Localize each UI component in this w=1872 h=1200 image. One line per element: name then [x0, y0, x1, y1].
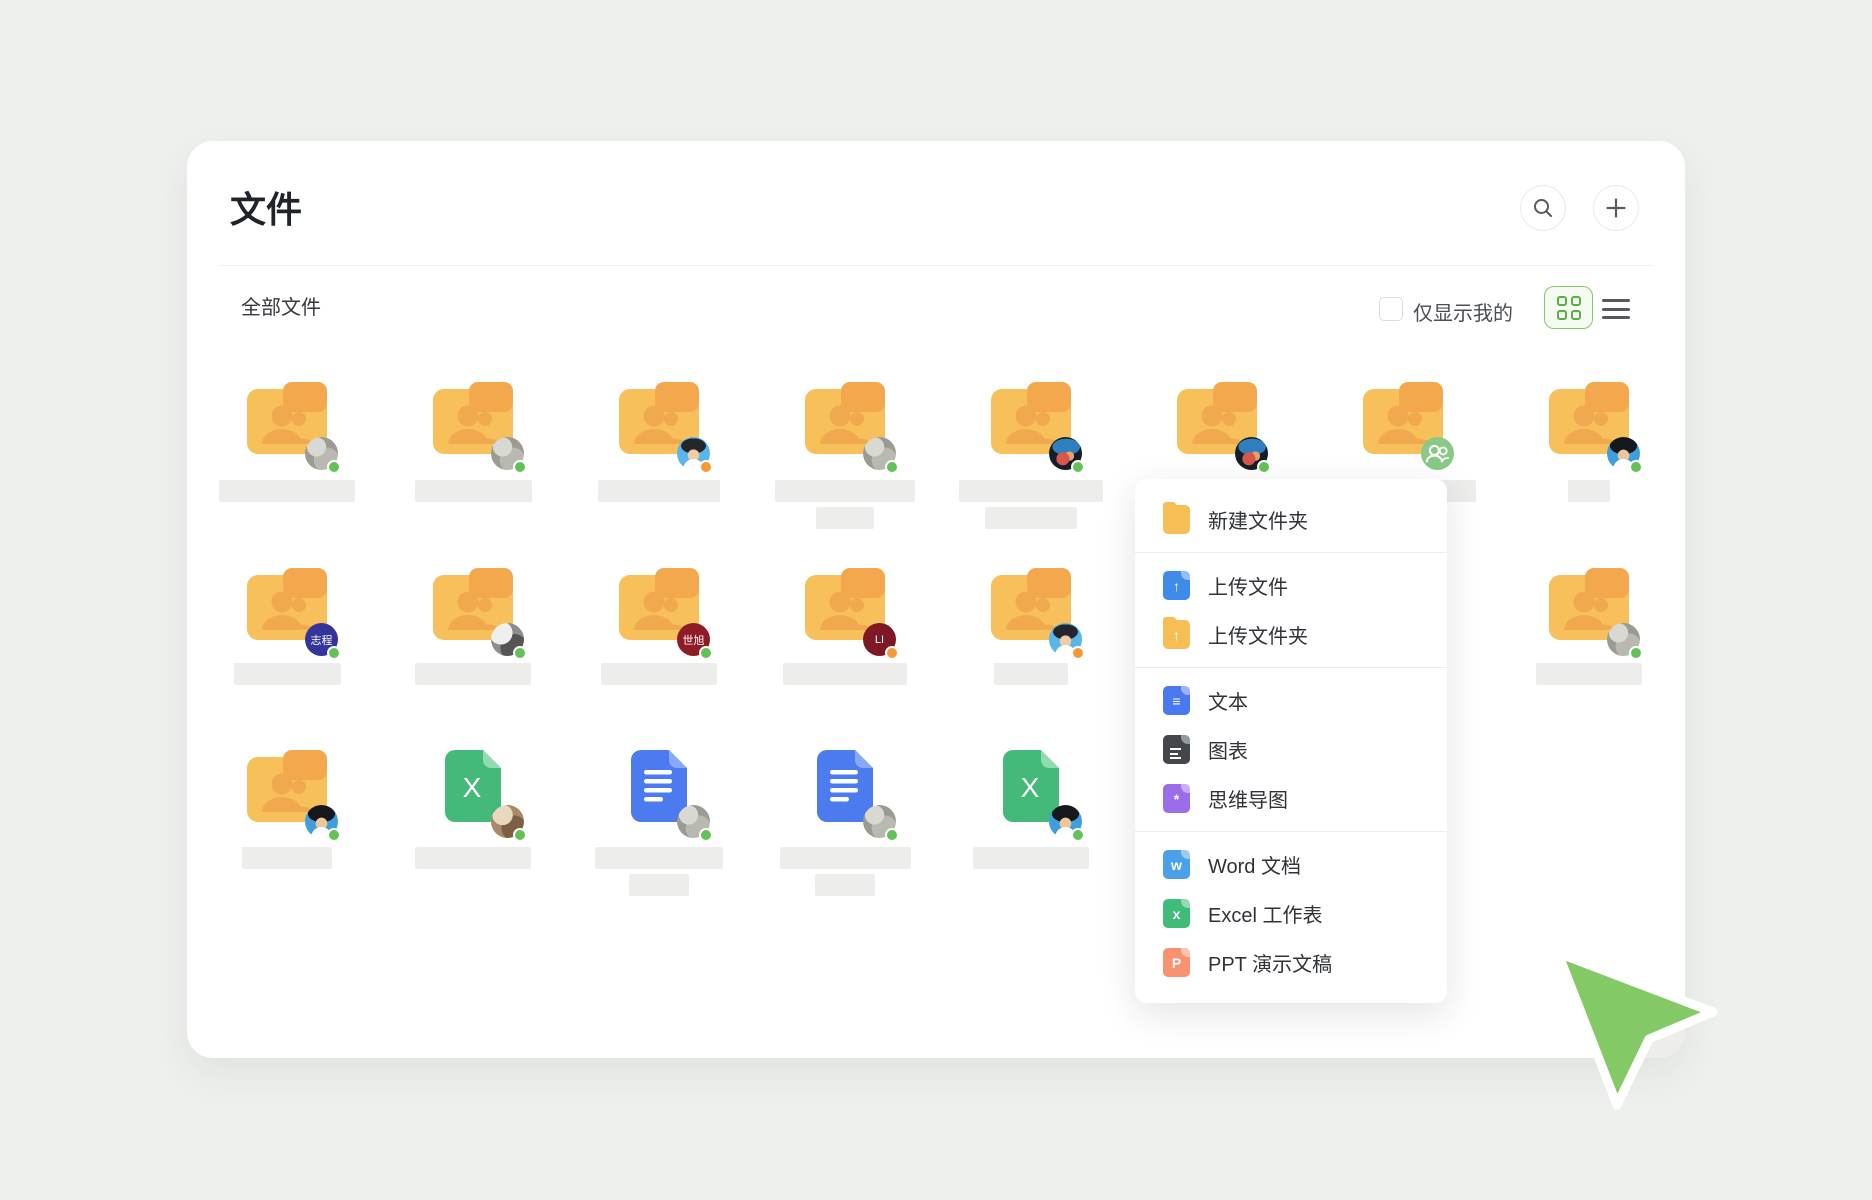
menu-item-label: 上传文件 [1208, 571, 1288, 600]
file-name-placeholder [598, 480, 720, 502]
mindmap-icon: * [1163, 784, 1190, 813]
menu-item-label: PPT 演示文稿 [1208, 948, 1332, 977]
file-name-placeholder [415, 663, 531, 685]
only-mine-checkbox[interactable] [1379, 297, 1403, 321]
svg-text:X: X [463, 772, 482, 803]
file-meta-placeholder [816, 507, 874, 529]
file-name-placeholder [775, 480, 915, 502]
menu-item-excel[interactable]: x Excel 工作表 [1135, 889, 1447, 938]
menu-item-ppt[interactable]: P PPT 演示文稿 [1135, 938, 1447, 987]
new-folder-icon [1163, 505, 1190, 534]
text-icon: ≡ [1163, 686, 1190, 715]
status-dot [327, 828, 341, 842]
grid-view-icon [1557, 296, 1581, 320]
menu-section: w Word 文档 x Excel 工作表 P PPT 演示文稿 [1135, 831, 1447, 995]
file-name-placeholder [601, 663, 717, 685]
add-button[interactable] [1593, 185, 1639, 231]
search-icon [1532, 197, 1554, 219]
file-meta-placeholder [629, 874, 689, 896]
grid-view-button[interactable] [1544, 286, 1593, 329]
status-dot [885, 460, 899, 474]
file-name-placeholder [242, 847, 332, 869]
page-title: 文件 [230, 181, 302, 233]
menu-item-upload-file[interactable]: ↑ 上传文件 [1135, 561, 1447, 610]
svg-text:X: X [1021, 772, 1040, 803]
menu-section: 新建文件夹 [1135, 487, 1447, 552]
status-dot [327, 646, 341, 660]
file-name-placeholder [783, 663, 907, 685]
menu-item-label: 文本 [1208, 686, 1248, 715]
status-dot [885, 828, 899, 842]
menu-item-word[interactable]: w Word 文档 [1135, 840, 1447, 889]
file-name-placeholder [415, 480, 532, 502]
plus-icon [1605, 197, 1627, 219]
menu-item-upload-folder[interactable]: ↑ 上传文件夹 [1135, 610, 1447, 659]
status-dot [1257, 460, 1271, 474]
upload-folder-icon: ↑ [1163, 620, 1190, 649]
status-dot [513, 828, 527, 842]
menu-section: ↑ 上传文件 ↑ 上传文件夹 [1135, 552, 1447, 667]
file-name-placeholder [234, 663, 341, 685]
menu-item-new-folder[interactable]: 新建文件夹 [1135, 495, 1447, 544]
file-name-placeholder [1568, 480, 1610, 502]
green-cursor-icon [1545, 935, 1740, 1130]
status-dot [699, 646, 713, 660]
status-dot [327, 460, 341, 474]
status-dot [513, 646, 527, 660]
search-button[interactable] [1520, 185, 1566, 231]
status-dot [1629, 460, 1643, 474]
ppt-icon: P [1163, 948, 1190, 977]
tab-all-files[interactable]: 全部文件 [241, 291, 321, 320]
status-dot [1071, 460, 1085, 474]
menu-section: ≡ 文本 图表 * 思维导图 [1135, 667, 1447, 831]
status-dot [513, 460, 527, 474]
menu-item-label: Word 文档 [1208, 850, 1301, 879]
menu-item-label: 思维导图 [1208, 784, 1288, 813]
file-name-placeholder [959, 480, 1103, 502]
status-dot [699, 460, 713, 474]
files-panel: 文件 全部文件 仅显示我的 [187, 141, 1685, 1058]
menu-item-label: 新建文件夹 [1208, 505, 1308, 534]
file-name-placeholder [780, 847, 911, 869]
chart-icon [1163, 735, 1190, 764]
file-name-placeholder [1536, 663, 1642, 685]
file-name-placeholder [973, 847, 1089, 869]
excel-icon: x [1163, 899, 1190, 928]
menu-item-text[interactable]: ≡ 文本 [1135, 676, 1447, 725]
status-dot [885, 646, 899, 660]
member-avatar [1421, 437, 1454, 470]
menu-item-label: 上传文件夹 [1208, 620, 1308, 649]
menu-item-label: 图表 [1208, 735, 1248, 764]
upload-file-icon: ↑ [1163, 571, 1190, 600]
status-dot [1071, 828, 1085, 842]
file-name-placeholder [219, 480, 355, 502]
menu-item-label: Excel 工作表 [1208, 899, 1322, 928]
file-meta-placeholder [815, 874, 875, 896]
word-icon: w [1163, 850, 1190, 879]
file-name-placeholder [994, 663, 1068, 685]
status-dot [699, 828, 713, 842]
menu-item-chart[interactable]: 图表 [1135, 725, 1447, 774]
menu-item-mindmap[interactable]: * 思维导图 [1135, 774, 1447, 823]
header-divider [219, 265, 1653, 266]
file-meta-placeholder [985, 507, 1077, 529]
new-item-menu: 新建文件夹 ↑ 上传文件 ↑ 上传文件夹 ≡ 文本 图表 * 思维导图 w Wo… [1135, 479, 1447, 1003]
file-name-placeholder [415, 847, 531, 869]
list-view-button[interactable] [1602, 298, 1630, 320]
file-name-placeholder [595, 847, 723, 869]
status-dot [1629, 646, 1643, 660]
only-mine-label[interactable]: 仅显示我的 [1413, 297, 1513, 326]
status-dot [1071, 646, 1085, 660]
